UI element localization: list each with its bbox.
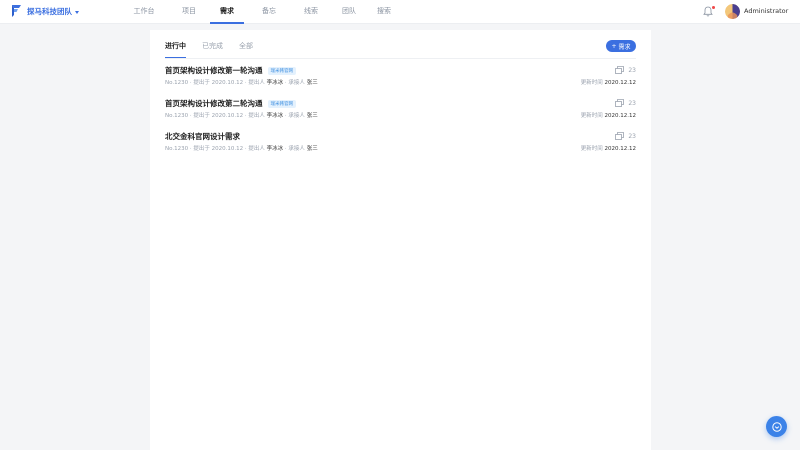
updated-time: 更新时间 2020.12.12 — [581, 111, 636, 119]
updated-date: 2020.12.12 — [604, 146, 637, 152]
top-bar: 探马科技团队 工作台 项目 需求 备忘 线索 团队 搜索 Administrat… — [0, 0, 800, 24]
nav-item-team[interactable]: 团队 — [328, 0, 370, 24]
count-value: 23 — [628, 99, 636, 107]
assignee-label: 承接人 — [288, 80, 305, 86]
requirement-number: No.1230 — [165, 80, 189, 86]
caret-down-icon — [75, 10, 79, 14]
requirement-title-row: 首页架构设计修改第二轮沟通 瑞米韩官网 — [165, 98, 296, 109]
count-value: 23 — [628, 132, 636, 140]
proposer-label: 提出人 — [248, 146, 265, 152]
proposed-date: 提出于 2020.10.12 — [193, 146, 244, 152]
requirement-item[interactable]: 北交金科官网设计需求 No.1230 · 提出于 2020.10.12 · 提出… — [165, 131, 636, 161]
requirement-title[interactable]: 北交金科官网设计需求 — [165, 131, 240, 142]
updated-date: 2020.12.12 — [604, 80, 637, 86]
updated-time: 更新时间 2020.12.12 — [581, 78, 636, 86]
floating-help-button[interactable] — [766, 416, 787, 437]
tab-completed[interactable]: 已完成 — [202, 40, 223, 58]
count-value: 23 — [628, 66, 636, 74]
updated-label: 更新时间 — [580, 113, 603, 119]
proposer-label: 提出人 — [248, 113, 265, 119]
nav-item-workbench[interactable]: 工作台 — [120, 0, 168, 24]
assignee-name: 张三 — [306, 80, 318, 86]
requirement-number: No.1230 — [165, 113, 189, 119]
logo-icon[interactable] — [10, 4, 22, 18]
nav-item-memos[interactable]: 备忘 — [244, 0, 294, 24]
updated-date: 2020.12.12 — [604, 113, 637, 119]
proposer-label: 提出人 — [248, 80, 265, 86]
requirement-meta: No.1230 · 提出于 2020.10.12 · 提出人 李冰冰 · 承接人… — [165, 80, 318, 86]
status-tabs: 进行中 已完成 全部 — [165, 40, 269, 58]
main-nav: 工作台 项目 需求 备忘 线索 团队 搜索 — [120, 0, 398, 24]
proposed-date: 提出于 2020.10.12 — [193, 80, 244, 86]
comment-count: 23 — [615, 132, 636, 140]
requirement-meta: No.1230 · 提出于 2020.10.12 · 提出人 李冰冰 · 承接人… — [165, 146, 318, 152]
proposer-name: 李冰冰 — [266, 113, 284, 119]
requirement-title[interactable]: 首页架构设计修改第二轮沟通 — [165, 98, 263, 109]
tab-in-progress[interactable]: 进行中 — [165, 40, 186, 58]
project-tag[interactable]: 瑞米韩官网 — [267, 99, 296, 108]
requirement-title-row: 首页架构设计修改第一轮沟通 瑞米韩官网 — [165, 65, 296, 76]
requirement-title[interactable]: 首页架构设计修改第一轮沟通 — [165, 65, 263, 76]
updated-label: 更新时间 — [580, 80, 603, 86]
proposer-name: 李冰冰 — [266, 146, 284, 152]
requirement-title-row: 北交金科官网设计需求 — [165, 131, 240, 142]
nav-item-search[interactable]: 搜索 — [370, 0, 398, 24]
requirement-item[interactable]: 首页架构设计修改第一轮沟通 瑞米韩官网 No.1230 · 提出于 2020.1… — [165, 65, 636, 95]
add-requirement-button[interactable]: + 需求 — [606, 40, 636, 52]
requirement-item[interactable]: 首页架构设计修改第二轮沟通 瑞米韩官网 No.1230 · 提出于 2020.1… — [165, 98, 636, 128]
nav-item-projects[interactable]: 项目 — [168, 0, 210, 24]
nav-item-requirements[interactable]: 需求 — [210, 0, 244, 24]
nav-item-leads[interactable]: 线索 — [294, 0, 328, 24]
add-requirement-label: 需求 — [618, 43, 631, 51]
updated-time: 更新时间 2020.12.12 — [581, 144, 636, 152]
assignee-name: 张三 — [306, 113, 318, 119]
updated-label: 更新时间 — [580, 146, 603, 152]
plus-icon: + — [611, 42, 617, 50]
team-switcher[interactable]: 探马科技团队 — [27, 6, 79, 17]
cards-icon — [615, 99, 625, 107]
assignee-label: 承接人 — [288, 146, 305, 152]
team-name: 探马科技团队 — [27, 7, 72, 16]
assignee-name: 张三 — [306, 146, 318, 152]
tabs-divider — [165, 58, 636, 59]
notification-dot — [712, 6, 715, 9]
proposer-name: 李冰冰 — [266, 80, 284, 86]
requirement-meta: No.1230 · 提出于 2020.10.12 · 提出人 李冰冰 · 承接人… — [165, 113, 318, 119]
proposed-date: 提出于 2020.10.12 — [193, 113, 244, 119]
chat-check-icon — [771, 421, 782, 432]
assignee-label: 承接人 — [288, 113, 305, 119]
avatar[interactable] — [725, 4, 740, 19]
tab-all[interactable]: 全部 — [239, 40, 253, 58]
requirement-number: No.1230 — [165, 146, 189, 152]
cards-icon — [615, 66, 625, 74]
project-tag[interactable]: 瑞米韩官网 — [267, 66, 296, 75]
user-name[interactable]: Administrator — [744, 7, 788, 15]
comment-count: 23 — [615, 66, 636, 74]
comment-count: 23 — [615, 99, 636, 107]
requirements-panel: 进行中 已完成 全部 + 需求 首页架构设计修改第一轮沟通 瑞米韩官网 No.1… — [150, 30, 651, 450]
cards-icon — [615, 132, 625, 140]
